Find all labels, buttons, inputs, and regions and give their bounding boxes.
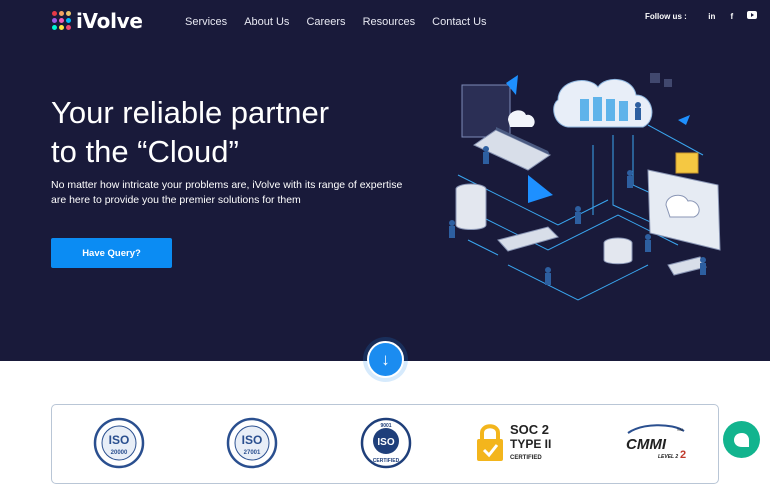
hero-headline: Your reliable partner to the “Cloud” [51, 93, 329, 171]
cloud-isometric-illustration [449, 73, 721, 301]
youtube-icon[interactable] [746, 11, 757, 21]
logo[interactable]: iVolve [52, 9, 143, 33]
soc2-badge: SOC 2 TYPE II CERTIFIED [477, 422, 551, 461]
iso-27001-number: 27001 [244, 450, 261, 456]
scroll-down-button[interactable]: ↓ [367, 341, 404, 378]
nav-contact-us[interactable]: Contact Us [432, 16, 486, 28]
nav-about-us[interactable]: About Us [244, 16, 289, 28]
linkedin-icon[interactable]: in [707, 12, 717, 21]
iso-20000-badge: ISO 20000 [93, 417, 145, 469]
cmmi-level-number: 2 [680, 449, 686, 461]
social-links: Follow us : in f [645, 11, 757, 21]
soc2-type: TYPE II [510, 437, 551, 451]
have-query-button[interactable]: Have Query? [51, 238, 172, 268]
iso-27001-badge: ISO 27001 [226, 417, 278, 469]
iso-9001-badge: 9001 ISO CERTIFIED [360, 417, 412, 469]
main-nav: Services About Us Careers Resources Cont… [185, 16, 504, 28]
cmmi-badge: CMMI SM LEVEL 2 2 [626, 424, 686, 461]
iso-9001-number: 9001 [380, 423, 391, 429]
headline-line-2: to the “Cloud” [51, 134, 239, 169]
logo-text: iVolve [76, 9, 143, 33]
hero-subtext: No matter how intricate your problems ar… [51, 179, 403, 206]
nav-services[interactable]: Services [185, 16, 227, 28]
nav-careers[interactable]: Careers [306, 16, 345, 28]
arrow-down-icon: ↓ [381, 349, 390, 369]
soc2-foot: CERTIFIED [510, 455, 542, 461]
iso-27001-title: ISO [242, 433, 263, 447]
logo-dots-icon [52, 11, 72, 31]
iso-9001-foot: CERTIFIED [373, 458, 400, 464]
cmmi-title: CMMI [626, 436, 667, 453]
nav-resources[interactable]: Resources [363, 16, 416, 28]
facebook-icon[interactable]: f [727, 12, 737, 21]
headline-line-1: Your reliable partner [51, 95, 330, 130]
iso-9001-title: ISO [377, 437, 394, 448]
hero-section: iVolve Services About Us Careers Resourc… [0, 0, 770, 361]
chat-bubble-icon [733, 432, 749, 447]
iso-20000-number: 20000 [111, 450, 128, 456]
certifications-panel: ISO 20000 ISO 27001 9001 ISO CERTIFIED S… [51, 404, 719, 484]
soc2-title: SOC 2 [510, 422, 549, 437]
follow-label: Follow us : [645, 11, 687, 21]
chat-button[interactable] [723, 421, 760, 458]
cmmi-level: LEVEL 2 [658, 454, 678, 460]
cmmi-sm: SM [677, 427, 683, 432]
iso-20000-title: ISO [109, 433, 130, 447]
